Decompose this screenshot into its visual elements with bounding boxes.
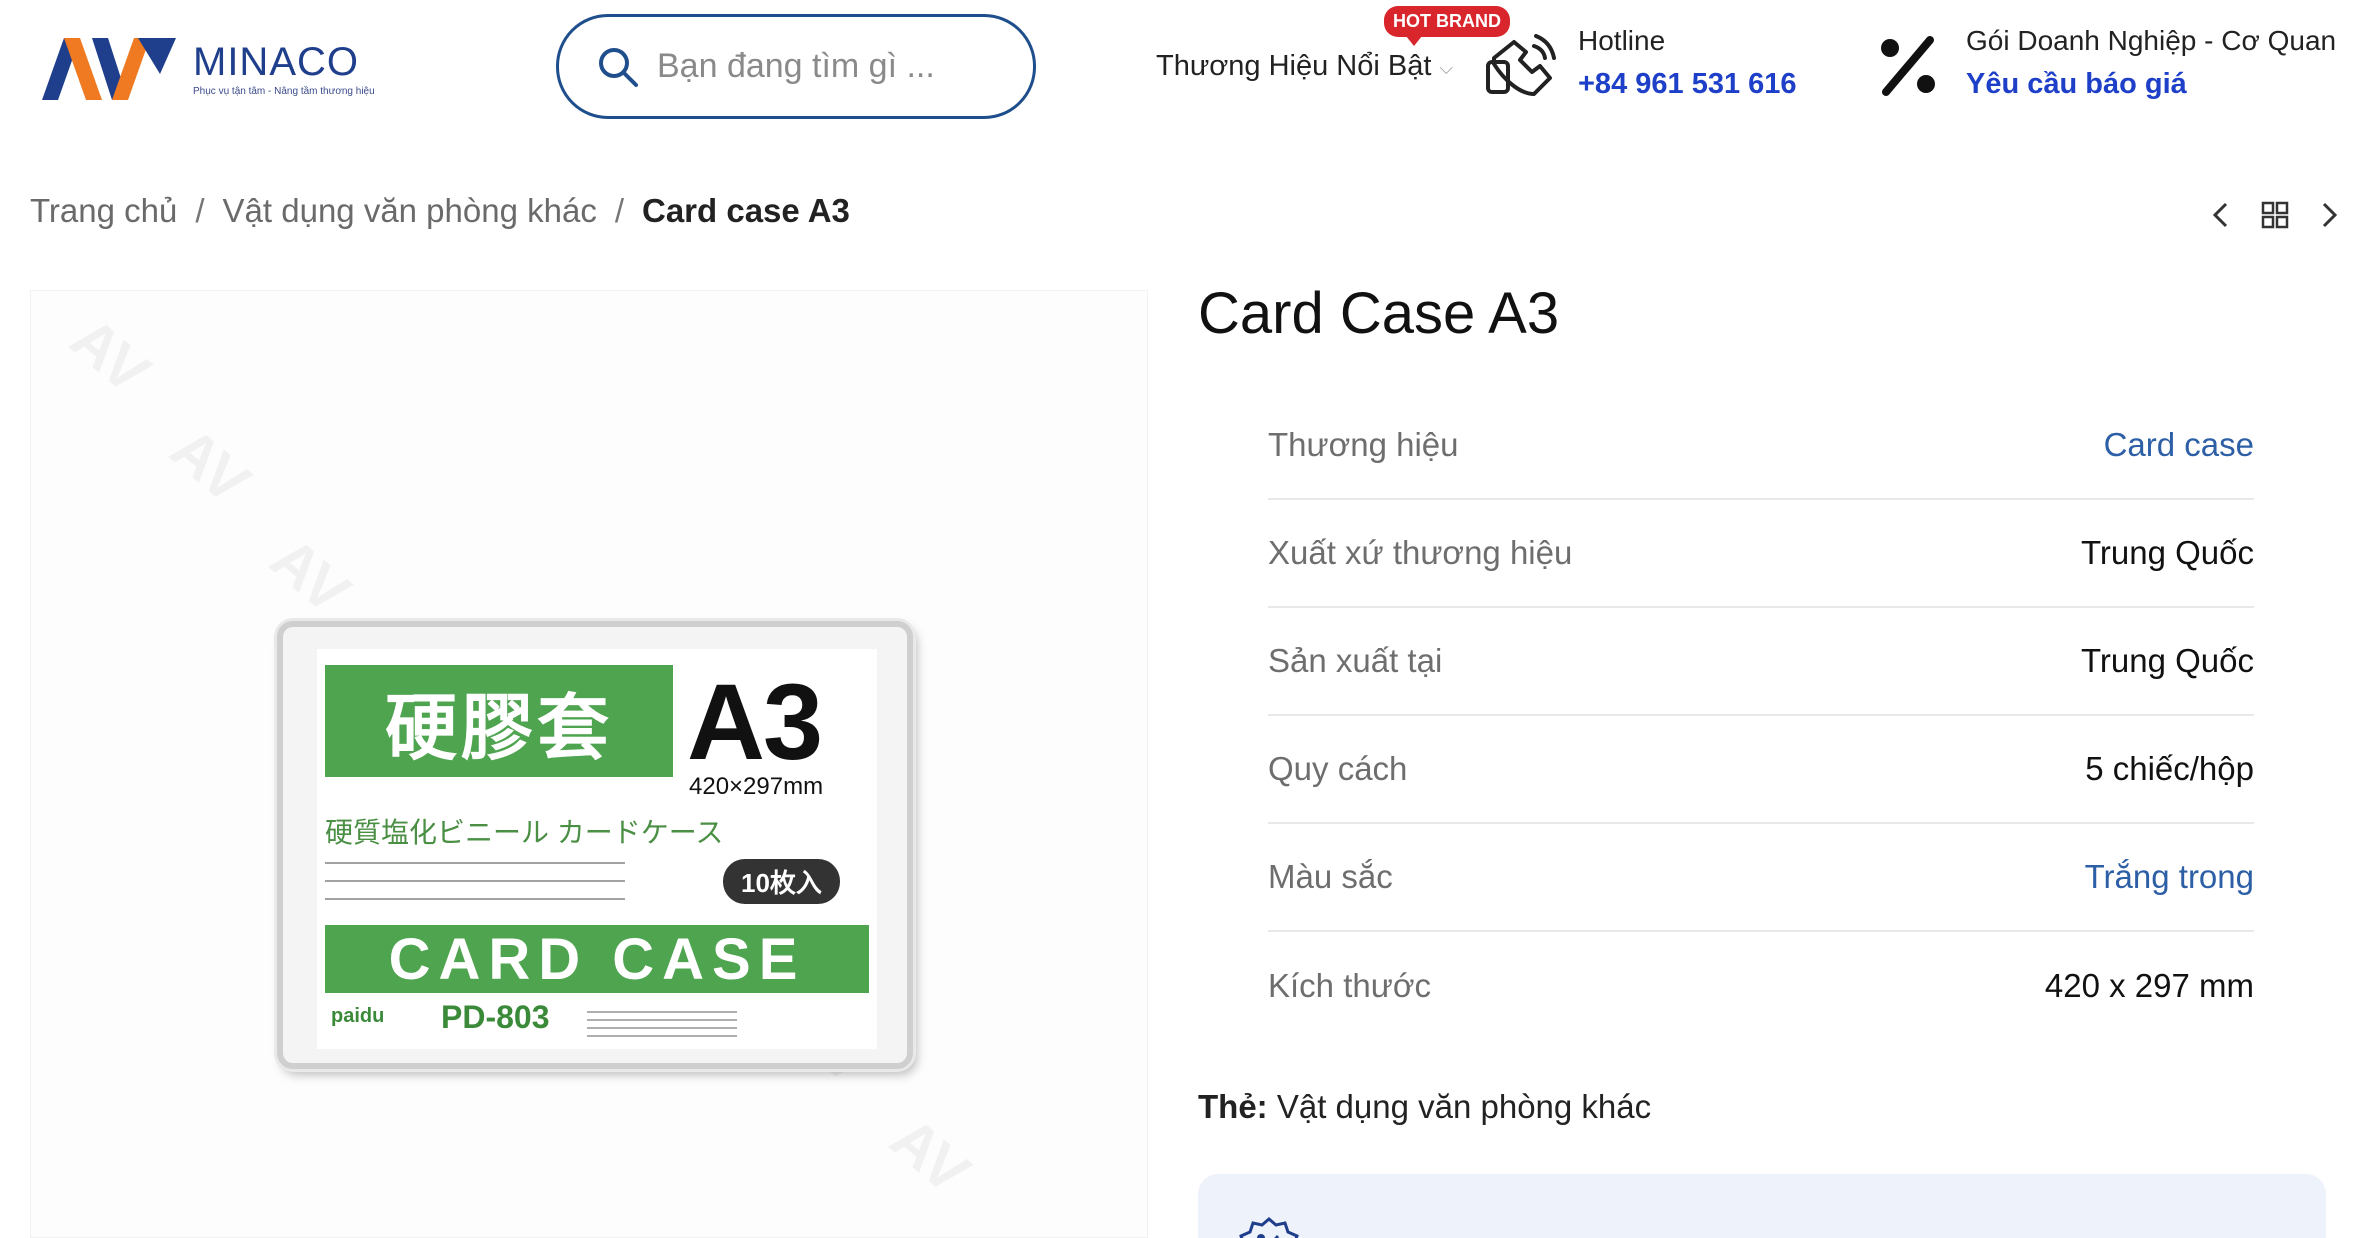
spec-print (587, 1005, 737, 1039)
attribute-label: Màu sắc (1268, 858, 1393, 895)
chevron-right-icon[interactable] (2312, 198, 2346, 232)
attribute-row: Thương hiệu Card case (1268, 392, 2254, 500)
color-link[interactable]: Trắng trong (2085, 858, 2254, 896)
hotline-block[interactable]: Hotline +84 961 531 616 (1480, 22, 1797, 108)
logo-tagline: Phục vụ tận tâm - Nâng tầm thương hiệu (193, 85, 375, 97)
attribute-value: 420 x 297 mm (2044, 967, 2254, 1004)
attribute-row: Sản xuất tại Trung Quốc (1268, 608, 2254, 716)
product-image[interactable]: AV AV AV AV AV 硬膠套 A3 420×297mm 硬質塩化ビニール… (30, 290, 1148, 1238)
search-icon[interactable] (597, 46, 639, 88)
chinese-title-block: 硬膠套 (325, 665, 673, 777)
product-title: Card Case A3 (1198, 281, 1560, 346)
featured-brands-menu[interactable]: Thương Hiệu Nổi Bật ⌵ (1156, 46, 1453, 86)
size-label: A3 (687, 661, 823, 782)
breadcrumb: Trang chủ / Vật dụng văn phòng khác / Ca… (30, 192, 850, 230)
attribute-value: Trung Quốc (2080, 534, 2254, 571)
attribute-label: Thương hiệu (1268, 426, 1459, 463)
product-page: MINACO Phục vụ tận tâm - Nâng tầm thương… (0, 0, 2360, 1238)
breadcrumb-home[interactable]: Trang chủ (30, 192, 177, 230)
logo-text: MINACO Phục vụ tận tâm - Nâng tầm thương… (193, 42, 375, 97)
card-case-banner: CARD CASE (325, 925, 869, 993)
search-input[interactable] (657, 47, 997, 86)
featured-brands-label: Thương Hiệu Nổi Bật (1156, 49, 1432, 82)
search-bar[interactable] (556, 14, 1036, 119)
chinese-title: 硬膠套 (384, 684, 613, 770)
hotline-phone[interactable]: +84 961 531 616 (1578, 60, 1797, 108)
grid-icon[interactable] (2258, 198, 2292, 232)
promotion-box (1198, 1174, 2326, 1238)
logo-name: MINACO (193, 39, 359, 84)
size-dimensions: 420×297mm (689, 773, 824, 800)
attribute-row: Quy cách 5 chiếc/hộp (1268, 716, 2254, 824)
attribute-label: Quy cách (1268, 750, 1408, 787)
attribute-value: Trung Quốc (2080, 642, 2254, 679)
attribute-row: Kích thước 420 x 297 mm (1268, 932, 2254, 1040)
breadcrumb-current: Card case A3 (642, 192, 850, 229)
product-tags: Thẻ: Vật dụng văn phòng khác (1198, 1088, 1651, 1126)
chevron-down-icon: ⌵ (1439, 57, 1454, 78)
phone-hand-icon (1486, 34, 1556, 96)
chevron-left-icon[interactable] (2204, 198, 2238, 232)
watermark: AV (878, 1104, 983, 1207)
attribute-label: Xuất xứ thương hiệu (1268, 534, 1573, 571)
brand-link[interactable]: Card case (2104, 426, 2254, 464)
tag-link[interactable]: Vật dụng văn phòng khác (1277, 1088, 1651, 1125)
card-insert: 硬膠套 A3 420×297mm 硬質塩化ビニール カードケース 10枚入 CA… (317, 649, 877, 1049)
watermark: AV (58, 304, 163, 407)
breadcrumb-separator: / (614, 192, 624, 229)
tags-label: Thẻ: (1198, 1088, 1268, 1125)
logo-mark-icon (42, 38, 176, 100)
count-badge: 10枚入 (723, 859, 840, 904)
business-title: Gói Doanh Nghiệp - Cơ Quan (1966, 25, 2337, 56)
card-case-photo: 硬膠套 A3 420×297mm 硬質塩化ビニール カードケース 10枚入 CA… (277, 621, 913, 1069)
fine-print (325, 855, 625, 915)
maker-logo: paidu (331, 1005, 385, 1027)
watermark: AV (258, 524, 363, 627)
business-quote-block[interactable]: Gói Doanh Nghiệp - Cơ Quan Yêu cầu báo g… (1876, 22, 2336, 108)
hotline-title: Hotline (1578, 25, 1666, 56)
product-pager (2204, 198, 2346, 232)
product-attributes: Thương hiệu Card case Xuất xứ thương hiệ… (1268, 392, 2254, 1040)
breadcrumb-separator: / (195, 192, 205, 229)
attribute-label: Kích thước (1268, 967, 1431, 1004)
discount-badge-icon (1239, 1217, 1299, 1238)
breadcrumb-category[interactable]: Vật dụng văn phòng khác (223, 192, 597, 230)
japanese-subtitle: 硬質塩化ビニール カードケース (325, 817, 724, 848)
model-number: PD-803 (441, 999, 550, 1035)
percent-icon (1881, 36, 1935, 96)
site-logo[interactable]: MINACO Phục vụ tận tâm - Nâng tầm thương… (42, 34, 432, 104)
request-quote-link[interactable]: Yêu cầu báo giá (1966, 60, 2336, 108)
attribute-value: 5 chiếc/hộp (2085, 750, 2254, 787)
attribute-row: Màu sắc Trắng trong (1268, 824, 2254, 932)
watermark: AV (158, 414, 263, 517)
attribute-row: Xuất xứ thương hiệu Trung Quốc (1268, 500, 2254, 608)
attribute-label: Sản xuất tại (1268, 642, 1443, 679)
